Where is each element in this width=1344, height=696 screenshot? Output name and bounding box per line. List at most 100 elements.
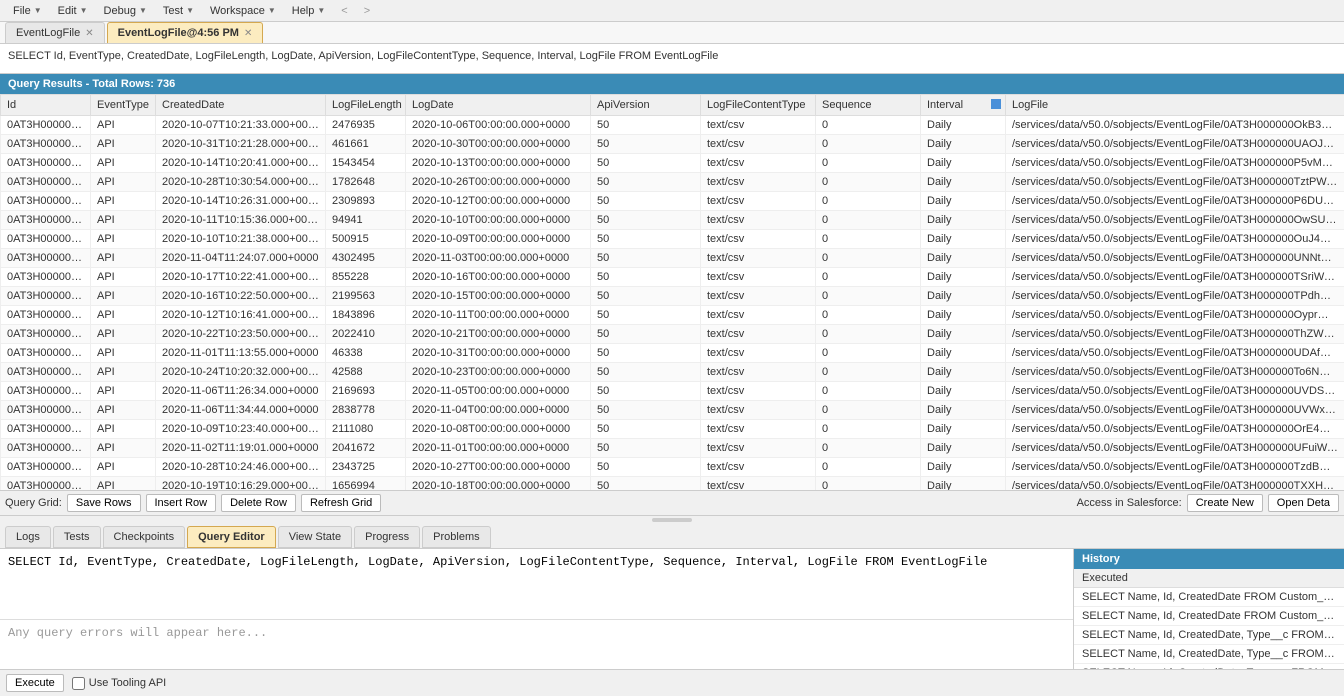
bottom-tab-progress[interactable]: Progress [354, 526, 420, 548]
column-header[interactable]: Interval [921, 95, 1006, 116]
table-cell[interactable]: API [91, 439, 156, 458]
table-cell[interactable]: /services/data/v50.0/sobjects/EventLogFi… [1006, 458, 1344, 477]
table-cell[interactable]: 2020-10-16T00:00:00.000+0000 [406, 268, 591, 287]
table-cell[interactable]: 0 [816, 306, 921, 325]
table-cell[interactable]: /services/data/v50.0/sobjects/EventLogFi… [1006, 268, 1344, 287]
table-cell[interactable]: 0 [816, 401, 921, 420]
table-cell[interactable]: 50 [591, 230, 701, 249]
table-cell[interactable]: /services/data/v50.0/sobjects/EventLogFi… [1006, 287, 1344, 306]
table-cell[interactable]: 1656994 [326, 477, 406, 491]
table-cell[interactable]: Daily [921, 477, 1006, 491]
table-cell[interactable]: Daily [921, 192, 1006, 211]
delete-row-button[interactable]: Delete Row [221, 494, 296, 512]
table-cell[interactable]: 4302495 [326, 249, 406, 268]
menu-edit[interactable]: Edit▼ [50, 2, 96, 20]
table-cell[interactable]: text/csv [701, 173, 816, 192]
table-cell[interactable]: /services/data/v50.0/sobjects/EventLogFi… [1006, 306, 1344, 325]
table-cell[interactable]: Daily [921, 401, 1006, 420]
table-row[interactable]: 0AT3H000000P5...API2020-10-14T10:20:41.0… [1, 154, 1344, 173]
bottom-tab-problems[interactable]: Problems [422, 526, 490, 548]
table-cell[interactable]: 0AT3H000000UD... [1, 344, 91, 363]
column-header[interactable]: ApiVersion [591, 95, 701, 116]
insert-row-button[interactable]: Insert Row [146, 494, 217, 512]
table-cell[interactable]: text/csv [701, 420, 816, 439]
table-cell[interactable]: 855228 [326, 268, 406, 287]
table-row[interactable]: 0AT3H000000UV...API2020-11-06T11:26:34.0… [1, 382, 1344, 401]
resize-grip[interactable] [0, 516, 1344, 524]
table-cell[interactable]: 0AT3H000000UV... [1, 401, 91, 420]
table-cell[interactable]: 50 [591, 154, 701, 173]
table-cell[interactable]: 0AT3H000000Tzt... [1, 173, 91, 192]
table-cell[interactable]: 50 [591, 344, 701, 363]
table-cell[interactable]: text/csv [701, 154, 816, 173]
table-cell[interactable]: text/csv [701, 268, 816, 287]
table-cell[interactable]: 0 [816, 287, 921, 306]
table-cell[interactable]: 2476935 [326, 116, 406, 135]
editor-tab[interactable]: EventLogFile✕ [5, 22, 105, 43]
table-cell[interactable]: 50 [591, 439, 701, 458]
table-cell[interactable]: text/csv [701, 458, 816, 477]
table-cell[interactable]: 0AT3H000000UV... [1, 382, 91, 401]
table-cell[interactable]: text/csv [701, 325, 816, 344]
table-cell[interactable]: /services/data/v50.0/sobjects/EventLogFi… [1006, 173, 1344, 192]
table-row[interactable]: 0AT3H000000TX...API2020-10-19T10:16:29.0… [1, 477, 1344, 491]
table-cell[interactable]: 2020-10-26T00:00:00.000+0000 [406, 173, 591, 192]
open-detail-button[interactable]: Open Deta [1268, 494, 1339, 512]
table-cell[interactable]: 0AT3H000000TSr... [1, 268, 91, 287]
table-cell[interactable]: 2169693 [326, 382, 406, 401]
column-header[interactable]: EventType [91, 95, 156, 116]
table-cell[interactable]: Daily [921, 382, 1006, 401]
table-cell[interactable]: text/csv [701, 382, 816, 401]
table-cell[interactable]: 2020-11-06T11:26:34.000+0000 [156, 382, 326, 401]
table-cell[interactable]: 50 [591, 287, 701, 306]
table-cell[interactable]: 0AT3H000000TX... [1, 477, 91, 491]
table-cell[interactable]: 2041672 [326, 439, 406, 458]
table-cell[interactable]: 2020-11-06T11:34:44.000+0000 [156, 401, 326, 420]
table-cell[interactable]: Daily [921, 135, 1006, 154]
table-cell[interactable]: 0 [816, 439, 921, 458]
table-cell[interactable]: text/csv [701, 230, 816, 249]
table-cell[interactable]: 2020-11-04T11:24:07.000+0000 [156, 249, 326, 268]
bottom-tab-view-state[interactable]: View State [278, 526, 352, 548]
table-cell[interactable]: 2020-10-24T10:20:32.000+0000 [156, 363, 326, 382]
table-cell[interactable]: 0 [816, 382, 921, 401]
nav-forward[interactable]: > [356, 2, 378, 20]
table-cell[interactable]: 0AT3H000000Ow... [1, 211, 91, 230]
execute-button[interactable]: Execute [6, 674, 64, 692]
table-cell[interactable]: 2020-10-18T00:00:00.000+0000 [406, 477, 591, 491]
table-cell[interactable]: 50 [591, 192, 701, 211]
table-cell[interactable]: text/csv [701, 192, 816, 211]
table-cell[interactable]: API [91, 363, 156, 382]
table-row[interactable]: 0AT3H000000Or...API2020-10-09T10:23:40.0… [1, 420, 1344, 439]
table-cell[interactable]: 50 [591, 477, 701, 491]
table-cell[interactable]: API [91, 249, 156, 268]
table-cell[interactable]: 0AT3H000000Oy... [1, 306, 91, 325]
table-cell[interactable]: 0 [816, 154, 921, 173]
table-cell[interactable]: 2020-10-09T00:00:00.000+0000 [406, 230, 591, 249]
table-cell[interactable]: 94941 [326, 211, 406, 230]
table-cell[interactable]: API [91, 173, 156, 192]
table-row[interactable]: 0AT3H000000UN...API2020-11-04T11:24:07.0… [1, 249, 1344, 268]
table-cell[interactable]: 2020-10-30T00:00:00.000+0000 [406, 135, 591, 154]
table-cell[interactable]: Daily [921, 344, 1006, 363]
table-cell[interactable]: 2020-11-01T11:13:55.000+0000 [156, 344, 326, 363]
menu-help[interactable]: Help▼ [284, 2, 334, 20]
create-new-button[interactable]: Create New [1187, 494, 1263, 512]
tooling-api-input[interactable] [72, 677, 85, 690]
table-cell[interactable]: API [91, 154, 156, 173]
table-cell[interactable]: text/csv [701, 249, 816, 268]
table-cell[interactable]: 2020-11-04T00:00:00.000+0000 [406, 401, 591, 420]
table-cell[interactable]: /services/data/v50.0/sobjects/EventLogFi… [1006, 401, 1344, 420]
table-cell[interactable]: 0 [816, 325, 921, 344]
table-cell[interactable]: 0 [816, 420, 921, 439]
column-header[interactable]: Sequence [816, 95, 921, 116]
table-row[interactable]: 0AT3H000000Ow...API2020-10-11T10:15:36.0… [1, 211, 1344, 230]
table-cell[interactable]: 2020-10-27T00:00:00.000+0000 [406, 458, 591, 477]
table-cell[interactable]: API [91, 306, 156, 325]
table-cell[interactable]: /services/data/v50.0/sobjects/EventLogFi… [1006, 344, 1344, 363]
table-cell[interactable]: 0 [816, 458, 921, 477]
table-cell[interactable]: 0 [816, 268, 921, 287]
table-row[interactable]: 0AT3H000000UV...API2020-11-06T11:34:44.0… [1, 401, 1344, 420]
table-cell[interactable]: 2020-10-17T10:22:41.000+0000 [156, 268, 326, 287]
table-cell[interactable]: 50 [591, 306, 701, 325]
